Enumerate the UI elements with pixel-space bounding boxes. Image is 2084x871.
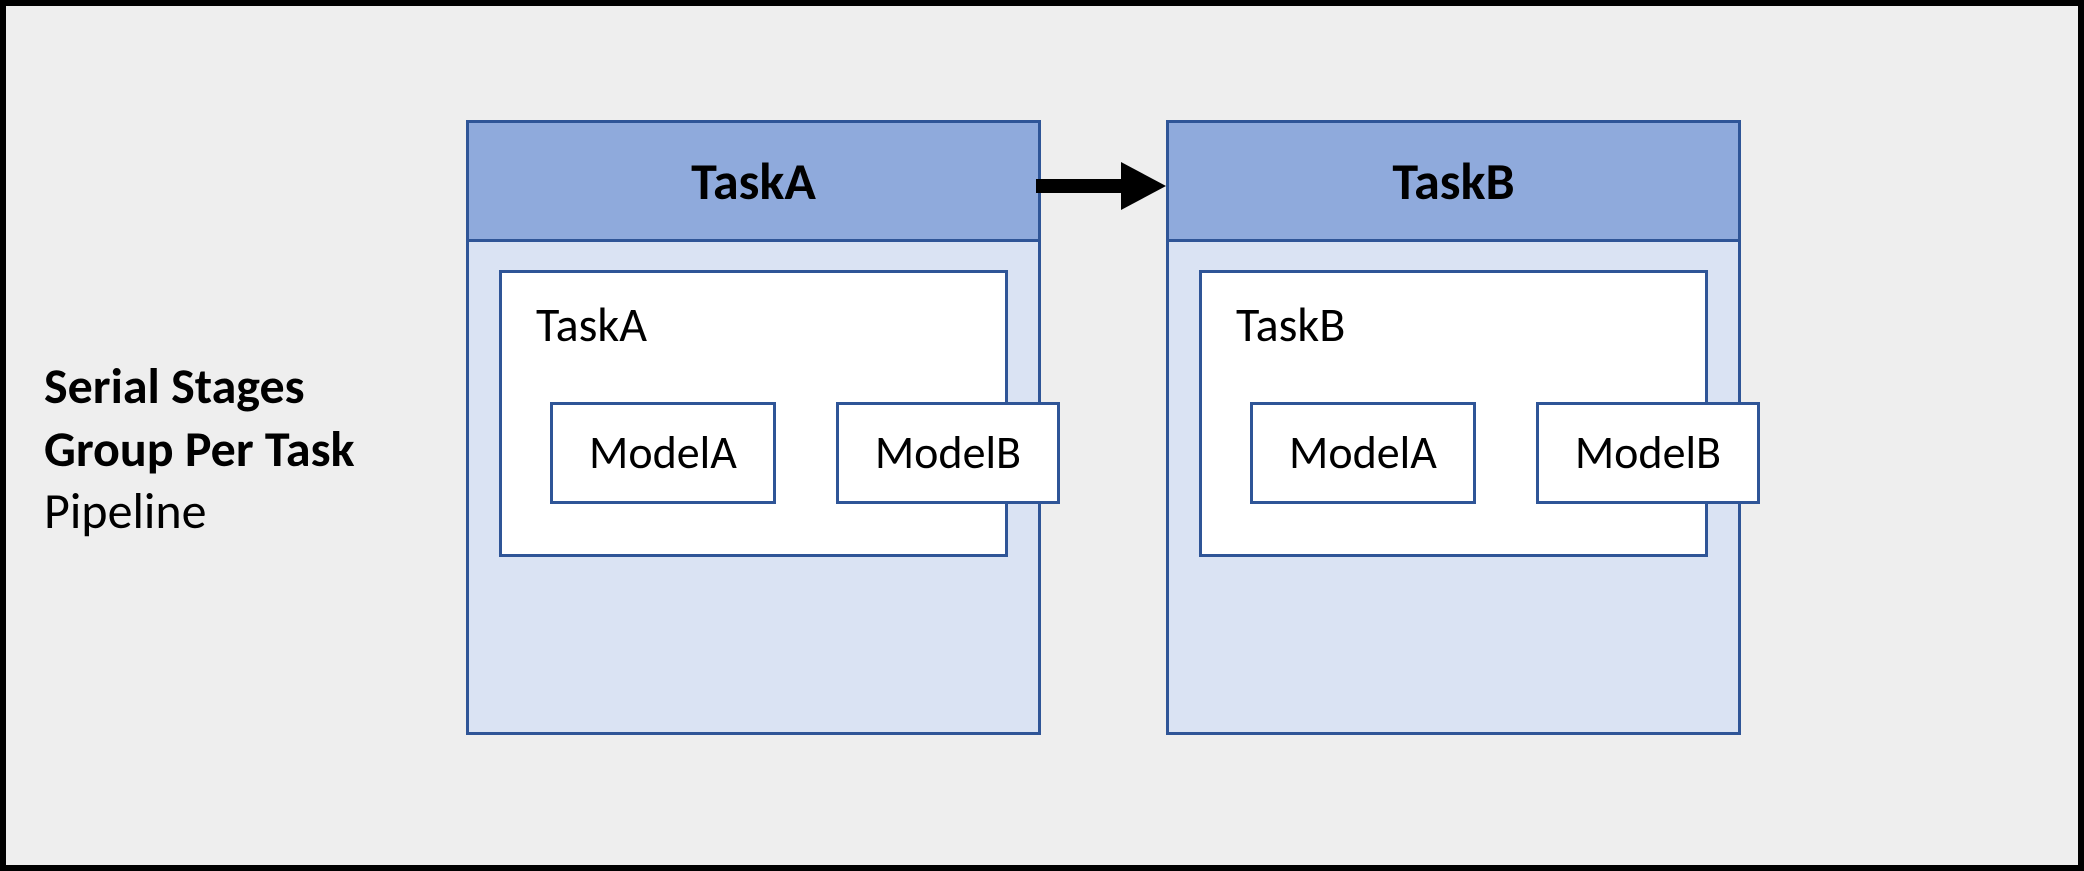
caption-line-2: Group Per Task [44,419,355,482]
stage-task-b-inner-title: TaskB [1236,295,1677,354]
stage-task-b-model-b: ModelB [1536,402,1760,504]
diagram-caption: Serial Stages Group Per Task Pipeline [44,356,355,544]
stage-task-b-inner: TaskB ModelA ModelB [1199,270,1708,557]
stage-task-a-inner: TaskA ModelA ModelB [499,270,1008,557]
stage-task-a-header: TaskA [469,123,1038,242]
stage-task-b: TaskB TaskB ModelA ModelB [1166,120,1741,735]
diagram-frame: Serial Stages Group Per Task Pipeline Ta… [0,0,2084,871]
stage-task-a-inner-title: TaskA [536,295,977,354]
stage-task-b-model-a: ModelA [1250,402,1476,504]
caption-line-1: Serial Stages [44,356,355,419]
stage-task-a: TaskA TaskA ModelA ModelB [466,120,1041,735]
stage-task-b-header: TaskB [1169,123,1738,242]
arrow-icon [1036,156,1166,216]
stage-task-a-model-a: ModelA [550,402,776,504]
stage-task-b-body: TaskB ModelA ModelB [1169,242,1738,591]
caption-line-3: Pipeline [44,481,355,544]
stage-task-a-model-b: ModelB [836,402,1060,504]
stage-task-a-body: TaskA ModelA ModelB [469,242,1038,591]
stage-task-a-models: ModelA ModelB [530,402,977,504]
stage-task-b-models: ModelA ModelB [1230,402,1677,504]
